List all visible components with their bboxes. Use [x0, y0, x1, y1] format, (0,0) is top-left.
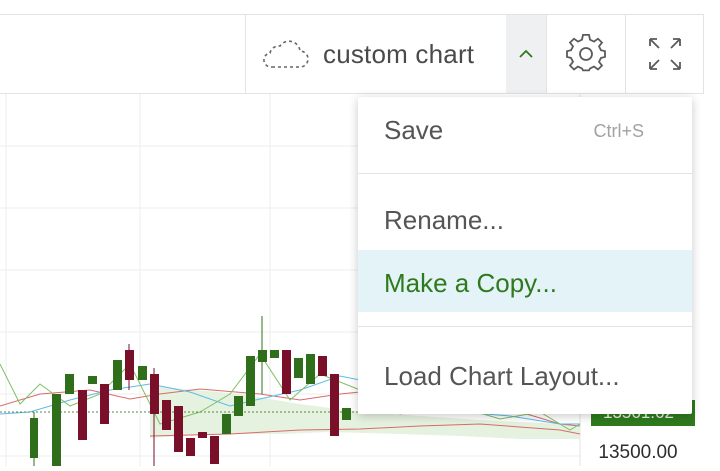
chart-toolbar: custom chart [0, 14, 704, 94]
price-axis-label: 13500.00 [598, 442, 678, 463]
menu-item-shortcut: Ctrl+S [593, 121, 644, 141]
menu-item-load-layout[interactable]: Load Chart Layout... [358, 343, 692, 407]
chevron-up-icon [519, 49, 533, 58]
menu-divider [358, 326, 692, 327]
menu-item-label: Load Chart Layout... [384, 361, 620, 391]
layout-button[interactable]: custom chart [246, 15, 506, 93]
menu-item-save[interactable]: Save Ctrl+S [358, 97, 692, 171]
fullscreen-icon [648, 38, 681, 70]
gear-icon [566, 34, 606, 72]
menu-item-label: Save [384, 115, 444, 145]
fullscreen-button[interactable] [626, 15, 703, 93]
settings-button[interactable] [547, 15, 625, 93]
cloud-icon [263, 40, 309, 68]
layout-dropdown-menu: Save Ctrl+S Rename... Make a Copy... Loa… [358, 97, 692, 414]
menu-divider [358, 173, 692, 174]
menu-item-rename[interactable]: Rename... [358, 189, 692, 249]
layout-menu-toggle[interactable] [506, 15, 546, 93]
menu-item-label: Make a Copy... [384, 268, 557, 298]
layout-name: custom chart [323, 39, 475, 69]
menu-item-make-copy[interactable]: Make a Copy... [358, 250, 692, 312]
menu-item-label: Rename... [384, 205, 504, 235]
